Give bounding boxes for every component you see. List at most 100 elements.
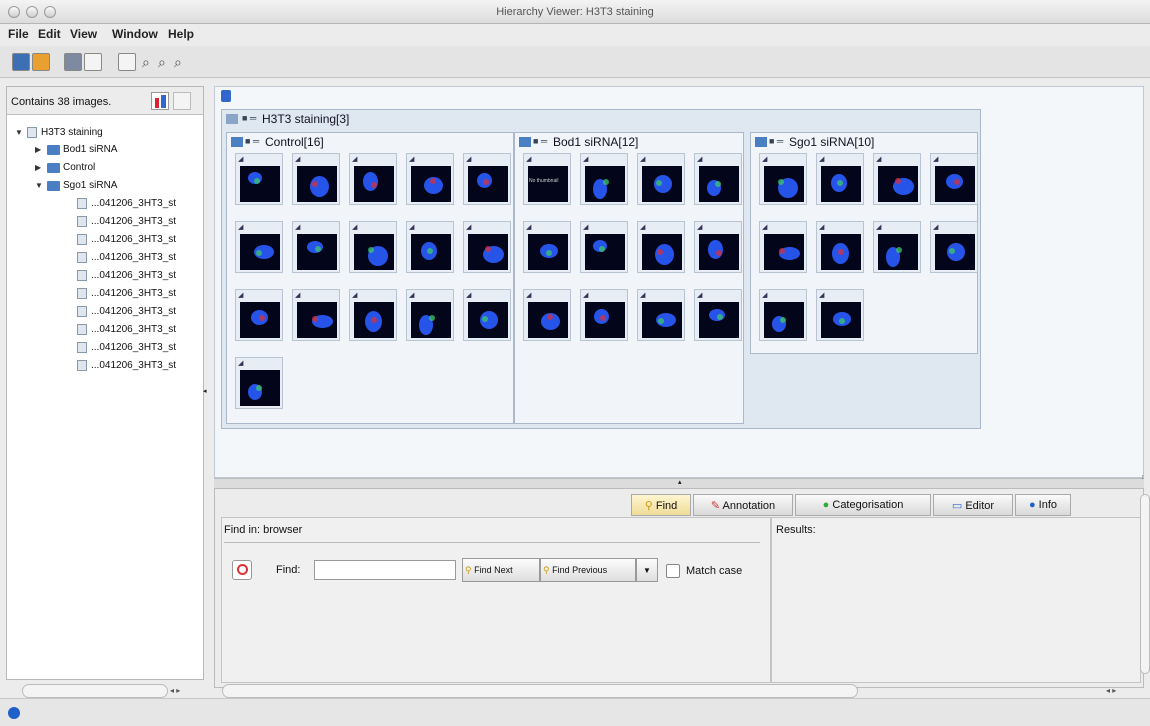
thumbnail-handle-icon[interactable]: ◢: [238, 155, 243, 163]
image-thumbnail[interactable]: ◢: [406, 221, 454, 273]
image-thumbnail[interactable]: ◢: [637, 289, 685, 341]
thumbnail-handle-icon[interactable]: ◢: [466, 291, 471, 299]
menu-view[interactable]: View: [70, 27, 97, 41]
zoom-out-icon[interactable]: ⌕: [158, 54, 166, 71]
thumbnail-handle-icon[interactable]: ◢: [295, 155, 300, 163]
image-thumbnail[interactable]: ◢: [816, 153, 864, 205]
image-thumbnail[interactable]: ◢: [463, 289, 511, 341]
thumbnail-handle-icon[interactable]: ◢: [409, 291, 414, 299]
thumbnail-handle-icon[interactable]: ◢: [352, 291, 357, 299]
main-horizontal-scrollbar[interactable]: [222, 684, 858, 698]
image-thumbnail[interactable]: ◢: [873, 153, 921, 205]
thumbnail-handle-icon[interactable]: ◢: [762, 223, 767, 231]
image-thumbnail[interactable]: ◢: [694, 289, 742, 341]
image-thumbnail[interactable]: ◢: [349, 221, 397, 273]
thumbnail-handle-icon[interactable]: ◢: [819, 223, 824, 231]
image-thumbnail[interactable]: ◢: [580, 221, 628, 273]
thumbnail-handle-icon[interactable]: ◢: [295, 223, 300, 231]
image-thumbnail[interactable]: ◢: [463, 221, 511, 273]
expand-collapse-icon[interactable]: ■ ═: [533, 136, 547, 146]
image-thumbnail[interactable]: ◢: [349, 153, 397, 205]
image-thumbnail[interactable]: ◢: [759, 221, 807, 273]
image-thumbnail[interactable]: ◢: [759, 153, 807, 205]
image-thumbnail[interactable]: ◢: [523, 221, 571, 273]
thumbnail-handle-icon[interactable]: ◢: [352, 155, 357, 163]
find-options-dropdown[interactable]: ▼: [636, 558, 658, 582]
zoom-icon[interactable]: [118, 53, 136, 71]
thumbnail-handle-icon[interactable]: ◢: [409, 223, 414, 231]
thumbnail-handle-icon[interactable]: ◢: [762, 155, 767, 163]
menu-file[interactable]: File: [8, 27, 29, 41]
thumbnail-handle-icon[interactable]: ◢: [466, 155, 471, 163]
image-thumbnail[interactable]: ◢: [930, 221, 978, 273]
thumbnail-handle-icon[interactable]: ◢: [640, 223, 645, 231]
expand-collapse-icon[interactable]: ■ ═: [769, 136, 783, 146]
menu-window[interactable]: Window: [112, 27, 158, 41]
tab-info[interactable]: ● Info: [1015, 494, 1071, 516]
image-thumbnail[interactable]: ◢: [406, 153, 454, 205]
thumbnail-handle-icon[interactable]: ◢: [819, 155, 824, 163]
annotate-icon[interactable]: [151, 92, 169, 110]
thumbnail-handle-icon[interactable]: ◢: [526, 291, 531, 299]
image-thumbnail[interactable]: ◢: [235, 357, 283, 409]
thumbnail-handle-icon[interactable]: ◢: [697, 223, 702, 231]
image-thumbnail[interactable]: ◢: [406, 289, 454, 341]
scroll-arrows-icon[interactable]: ↕: [1141, 474, 1145, 481]
refresh-icon[interactable]: [84, 53, 102, 71]
info-icon[interactable]: [8, 707, 20, 719]
thumbnail-handle-icon[interactable]: ◢: [819, 291, 824, 299]
thumbnail-handle-icon[interactable]: ◢: [526, 155, 531, 163]
tab-annotation[interactable]: ✎ Annotation: [693, 494, 793, 516]
image-thumbnail[interactable]: ◢: [759, 289, 807, 341]
expand-arrow-icon[interactable]: ▼: [15, 128, 23, 137]
thumbnail-handle-icon[interactable]: ◢: [640, 291, 645, 299]
clear-find-icon[interactable]: [232, 560, 252, 580]
thumbnail-handle-icon[interactable]: ◢: [526, 223, 531, 231]
view-alt-icon[interactable]: [32, 53, 50, 71]
tab-find[interactable]: ⚲ Find: [631, 494, 691, 516]
scroll-arrows-icon[interactable]: ◂ ▸: [170, 686, 180, 695]
split-handle-icon[interactable]: ◂: [203, 387, 207, 395]
image-thumbnail[interactable]: ◢: [580, 153, 628, 205]
menu-help[interactable]: Help: [168, 27, 194, 41]
zoom-in-icon[interactable]: ⌕: [142, 54, 150, 71]
expand-collapse-icon[interactable]: ■ ═: [245, 136, 259, 146]
image-thumbnail[interactable]: ◢ No thumbnail: [523, 153, 571, 205]
find-previous-button[interactable]: ⚲ Find Previous: [540, 558, 636, 582]
menu-edit[interactable]: Edit: [38, 27, 61, 41]
image-thumbnail[interactable]: ◢: [694, 221, 742, 273]
image-thumbnail[interactable]: ◢: [292, 289, 340, 341]
thumbnail-handle-icon[interactable]: ◢: [933, 155, 938, 163]
tree-horizontal-scrollbar[interactable]: [22, 684, 168, 698]
bottom-vertical-scrollbar[interactable]: [1140, 494, 1150, 674]
thumbnail-handle-icon[interactable]: ◢: [933, 223, 938, 231]
view-icon[interactable]: [12, 53, 30, 71]
find-next-button[interactable]: ⚲ Find Next: [462, 558, 540, 582]
split-divider[interactable]: ▴: [214, 478, 1144, 488]
find-input[interactable]: [314, 560, 456, 580]
thumbnail-handle-icon[interactable]: ◢: [295, 291, 300, 299]
thumbnail-handle-icon[interactable]: ◢: [697, 291, 702, 299]
thumbnail-handle-icon[interactable]: ◢: [876, 223, 881, 231]
thumbnail-handle-icon[interactable]: ◢: [583, 291, 588, 299]
image-thumbnail[interactable]: ◢: [235, 221, 283, 273]
navigate-up-icon[interactable]: [221, 90, 231, 102]
image-thumbnail[interactable]: ◢: [637, 221, 685, 273]
thumbnail-handle-icon[interactable]: ◢: [762, 291, 767, 299]
collapse-arrow-icon[interactable]: ▶: [35, 145, 41, 154]
thumbnail-handle-icon[interactable]: ◢: [238, 291, 243, 299]
thumbnail-handle-icon[interactable]: ◢: [697, 155, 702, 163]
thumbnail-handle-icon[interactable]: ◢: [640, 155, 645, 163]
image-thumbnail[interactable]: ◢: [292, 153, 340, 205]
tab-categorisation[interactable]: ● Categorisation: [795, 494, 931, 516]
thumbnail-handle-icon[interactable]: ◢: [876, 155, 881, 163]
image-thumbnail[interactable]: ◢: [463, 153, 511, 205]
image-thumbnail[interactable]: ◢: [816, 289, 864, 341]
split-handle-icon[interactable]: ▴: [678, 478, 682, 486]
image-thumbnail[interactable]: ◢: [523, 289, 571, 341]
list-icon[interactable]: [173, 92, 191, 110]
thumbnail-handle-icon[interactable]: ◢: [238, 359, 243, 367]
image-thumbnail[interactable]: ◢: [694, 153, 742, 205]
zoom-fit-icon[interactable]: ⌕: [174, 54, 182, 71]
grid-icon[interactable]: [64, 53, 82, 71]
